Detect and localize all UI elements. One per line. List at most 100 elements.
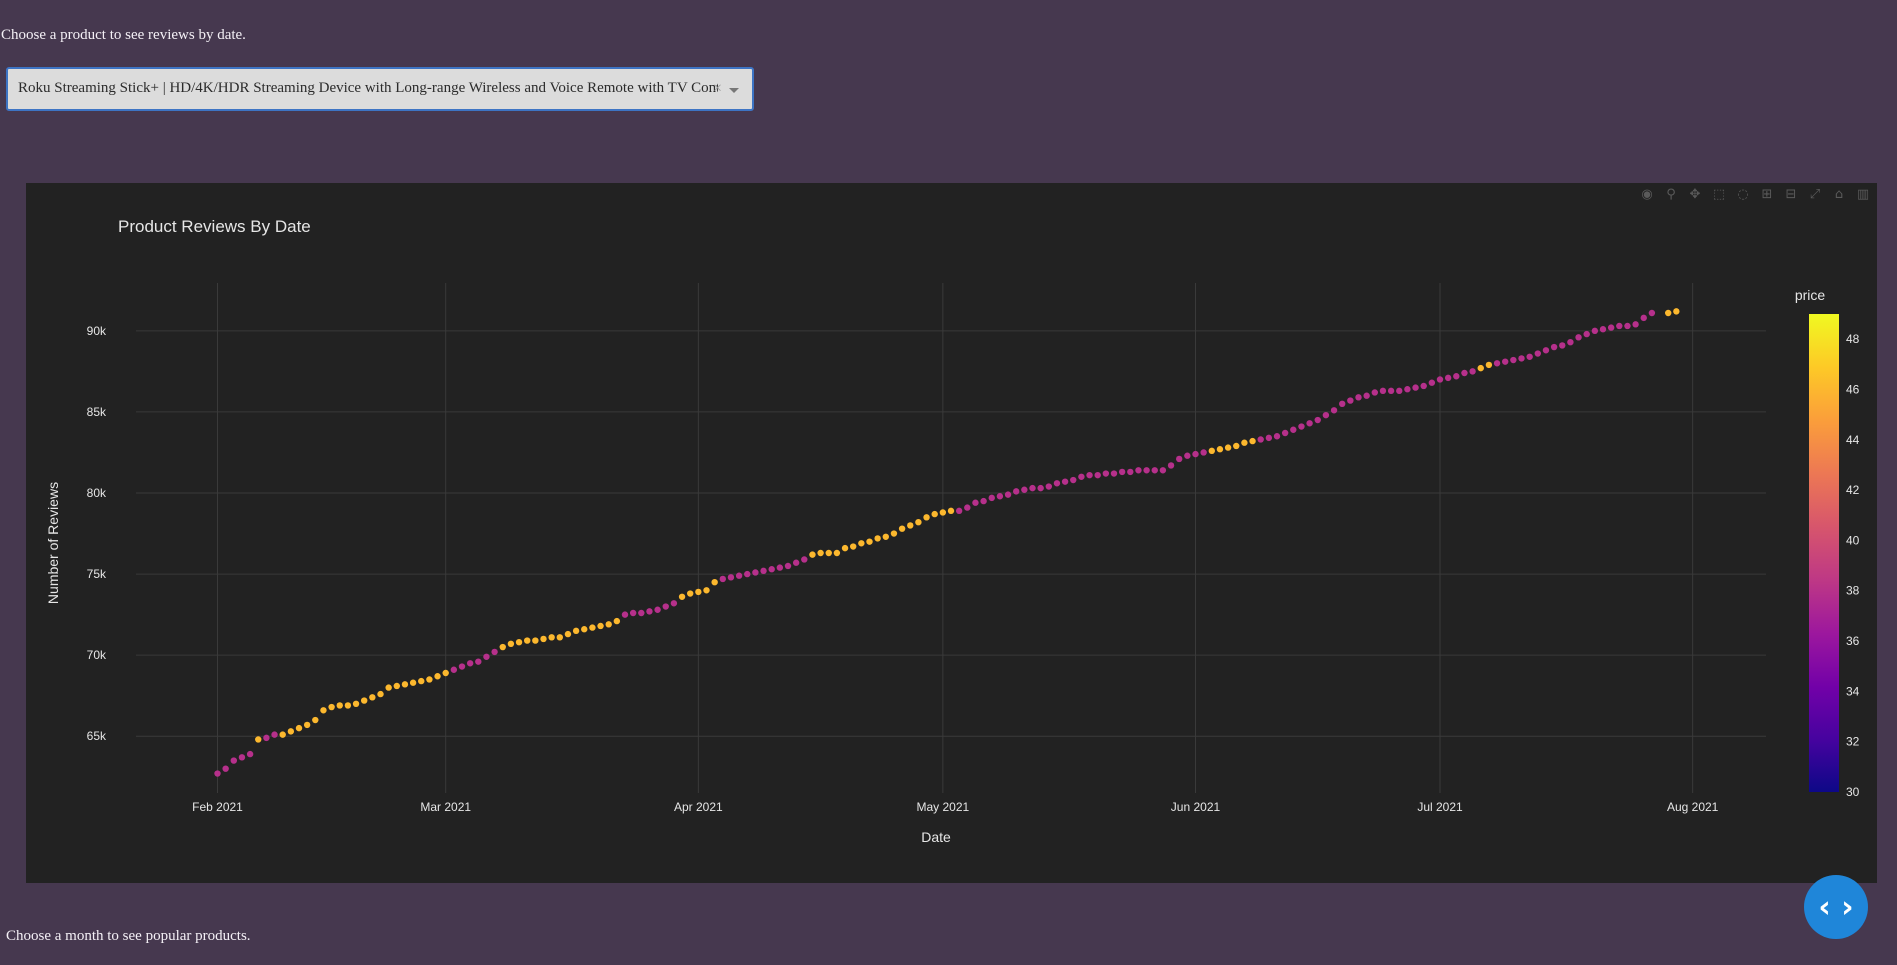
data-point[interactable]	[817, 549, 824, 557]
data-point[interactable]	[328, 703, 335, 711]
data-point[interactable]	[1624, 322, 1631, 330]
data-point[interactable]	[752, 569, 759, 576]
data-point[interactable]	[1379, 387, 1387, 395]
data-point[interactable]	[678, 593, 686, 600]
data-point[interactable]	[727, 574, 735, 581]
data-point[interactable]	[947, 507, 955, 515]
data-point[interactable]	[499, 643, 506, 651]
data-point[interactable]	[1567, 338, 1574, 346]
data-point[interactable]	[515, 638, 523, 646]
data-point[interactable]	[369, 694, 376, 701]
data-point[interactable]	[784, 562, 792, 570]
data-point[interactable]	[1314, 416, 1321, 424]
data-point[interactable]	[1102, 470, 1110, 477]
data-point[interactable]	[1339, 400, 1346, 408]
data-point[interactable]	[336, 702, 343, 709]
data-point[interactable]	[638, 609, 645, 617]
data-point[interactable]	[841, 544, 849, 552]
data-point[interactable]	[1330, 407, 1338, 414]
data-point[interactable]	[882, 533, 889, 540]
data-point[interactable]	[385, 684, 392, 691]
data-point[interactable]	[605, 621, 612, 628]
data-point[interactable]	[1078, 473, 1085, 480]
data-point[interactable]	[1224, 444, 1232, 451]
data-point[interactable]	[662, 603, 669, 610]
data-point[interactable]	[1159, 467, 1167, 474]
lasso-icon[interactable]: ◌	[1735, 187, 1751, 203]
data-point[interactable]	[1502, 358, 1509, 365]
data-point[interactable]	[939, 509, 947, 516]
data-point[interactable]	[858, 540, 865, 547]
data-point[interactable]	[312, 716, 319, 724]
data-point[interactable]	[450, 666, 458, 673]
data-point[interactable]	[1233, 442, 1240, 450]
data-point[interactable]	[230, 757, 237, 764]
data-point[interactable]	[1004, 491, 1012, 498]
data-point[interactable]	[491, 648, 498, 656]
data-point[interactable]	[850, 543, 857, 550]
data-point[interactable]	[1640, 314, 1647, 322]
data-point[interactable]	[1176, 455, 1183, 463]
data-point[interactable]	[1208, 447, 1216, 455]
data-point[interactable]	[972, 499, 979, 506]
data-point[interactable]	[1591, 327, 1599, 335]
data-point[interactable]	[907, 522, 914, 529]
data-point[interactable]	[442, 669, 449, 677]
data-point[interactable]	[792, 559, 800, 566]
data-point[interactable]	[401, 681, 409, 688]
data-point[interactable]	[1673, 308, 1680, 315]
data-point[interactable]	[1485, 361, 1493, 369]
data-point[interactable]	[866, 538, 873, 545]
data-point[interactable]	[996, 493, 1004, 500]
data-point[interactable]	[303, 721, 311, 729]
data-point[interactable]	[1094, 471, 1101, 479]
data-point[interactable]	[1045, 483, 1052, 490]
data-point[interactable]	[377, 690, 384, 698]
pan-icon[interactable]: ✥	[1687, 187, 1703, 203]
data-point[interactable]	[1143, 467, 1150, 474]
data-point[interactable]	[1526, 353, 1533, 360]
data-point[interactable]	[1387, 387, 1395, 395]
data-point[interactable]	[1371, 389, 1379, 396]
zoom-icon[interactable]: ⚲	[1663, 187, 1679, 203]
data-point[interactable]	[646, 608, 653, 615]
data-point[interactable]	[1347, 397, 1354, 404]
data-point[interactable]	[923, 514, 930, 521]
data-point[interactable]	[1290, 426, 1297, 433]
data-point[interactable]	[279, 731, 286, 738]
data-point[interactable]	[1355, 394, 1362, 401]
reset-axes-icon[interactable]: ⌂	[1831, 187, 1847, 203]
data-point[interactable]	[825, 549, 832, 557]
data-point[interactable]	[556, 634, 563, 641]
zoom-out-icon[interactable]: ⊟	[1783, 187, 1799, 203]
data-point[interactable]	[964, 504, 971, 511]
data-point[interactable]	[1249, 437, 1256, 445]
data-point[interactable]	[1070, 476, 1077, 484]
data-point[interactable]	[1167, 462, 1175, 469]
data-point[interactable]	[833, 549, 841, 557]
data-point[interactable]	[1404, 386, 1411, 393]
data-point[interactable]	[621, 611, 629, 618]
data-point[interactable]	[1396, 387, 1403, 395]
data-point[interactable]	[760, 567, 767, 575]
data-point[interactable]	[1420, 382, 1427, 390]
data-point[interactable]	[1559, 342, 1566, 349]
data-point[interactable]	[1477, 364, 1484, 372]
data-point[interactable]	[238, 754, 246, 761]
data-point[interactable]	[711, 578, 718, 586]
data-point[interactable]	[1363, 392, 1370, 399]
data-point[interactable]	[1599, 326, 1607, 333]
data-point[interactable]	[1469, 368, 1476, 375]
data-point[interactable]	[1412, 384, 1419, 391]
data-point[interactable]	[255, 736, 262, 743]
data-point[interactable]	[1665, 309, 1672, 317]
data-point[interactable]	[532, 637, 539, 644]
data-point[interactable]	[418, 677, 425, 685]
data-point[interactable]	[320, 707, 327, 714]
data-point[interactable]	[1086, 471, 1093, 479]
data-point[interactable]	[1118, 468, 1126, 476]
data-point[interactable]	[597, 622, 604, 630]
data-point[interactable]	[475, 658, 482, 665]
data-point[interactable]	[1110, 470, 1118, 477]
data-point[interactable]	[1192, 450, 1199, 458]
